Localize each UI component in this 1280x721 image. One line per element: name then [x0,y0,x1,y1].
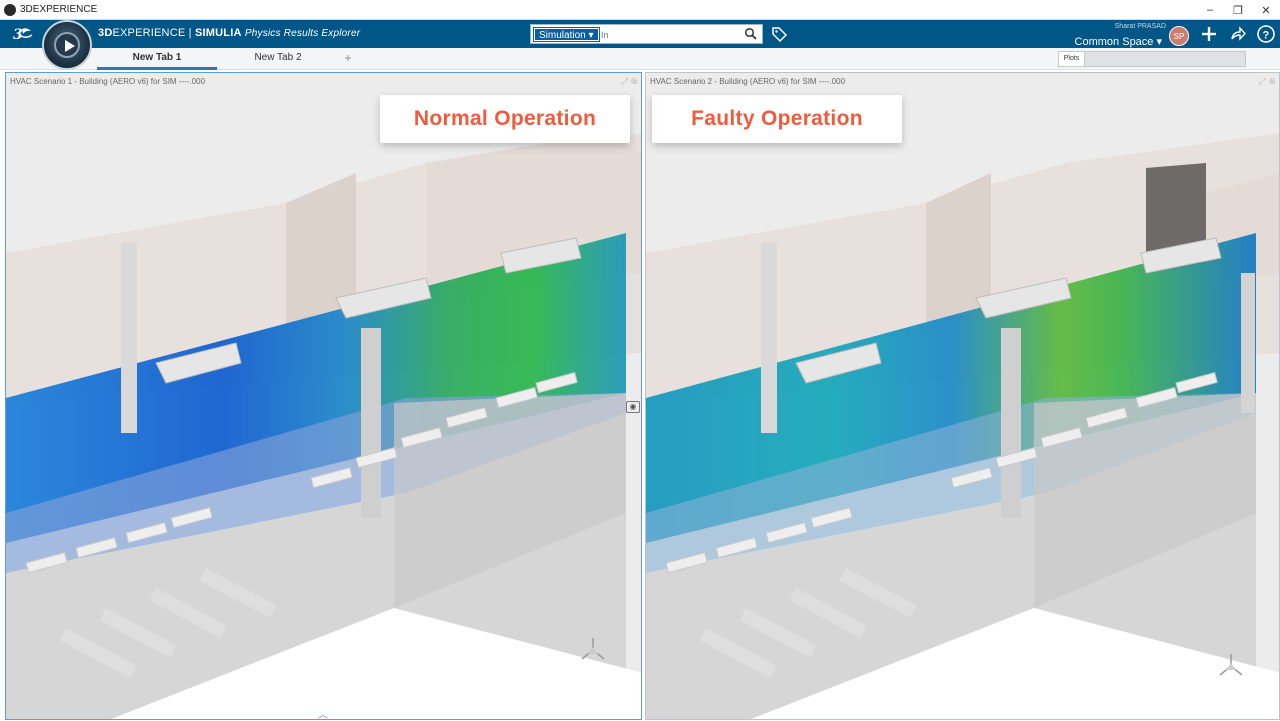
compass-ring [54,32,80,58]
play-icon [65,40,75,52]
top-bar: 3 3DEXPERIENCE | SIMULIA Physics Results… [0,20,1280,48]
avatar[interactable]: SP [1169,26,1189,46]
minimize-button[interactable]: – [1196,0,1224,20]
add-tab-button[interactable]: + [338,48,358,70]
restore-button[interactable]: ❐ [1224,0,1252,20]
overlay-label: Faulty Operation [652,95,902,143]
user-area[interactable]: Sharat PRASAD Common Space ▾ [1075,22,1166,48]
panel-title: HVAC Scenario 2 - Building (AERO v6) for… [650,77,846,86]
tab-new-tab-2[interactable]: New Tab 2 [218,48,338,70]
panel-controls[interactable]: ⤢ ⊗ [1259,76,1276,87]
panel-controls[interactable]: ⤢ ⊗ [621,76,638,87]
viewer-panel-left[interactable]: HVAC Scenario 1 - Building (AERO v6) for… [5,72,642,720]
search-input[interactable] [601,27,731,42]
compass-icon[interactable] [42,20,92,70]
search-scope-dropdown[interactable]: Simulation ▾ [533,27,600,42]
overlay-label: Normal Operation [380,95,630,143]
plots-label[interactable]: Plots [1059,52,1085,66]
plus-icon[interactable] [1199,24,1219,44]
brand-experience: EXPERIENCE [112,27,186,39]
window-title-bar: 3DEXPERIENCE – ❐ ✕ [0,0,1280,20]
hvac-scene-left[interactable] [6,73,642,720]
space-selector[interactable]: Common Space ▾ [1075,35,1162,48]
brand-separator: | [185,27,195,39]
search-box: Simulation ▾ [530,24,763,44]
hvac-scene-right[interactable] [646,73,1280,720]
app-icon [4,3,16,16]
svg-text:3: 3 [13,27,23,43]
close-button[interactable]: ✕ [1252,0,1280,20]
viewer-panel-right[interactable]: HVAC Scenario 2 - Building (AERO v6) for… [645,72,1280,720]
plots-panel[interactable]: Plots [1058,51,1246,67]
brand-title: 3DEXPERIENCE | SIMULIA Physics Results E… [98,27,360,39]
panel-title: HVAC Scenario 1 - Building (AERO v6) for… [10,77,206,86]
app-name: Physics Results Explorer [244,28,361,39]
tab-new-tab-1[interactable]: New Tab 1 [97,48,217,70]
triad-icon[interactable] [578,635,608,665]
tag-icon[interactable] [770,25,788,43]
search-icon[interactable] [744,27,758,41]
window-title: 3DEXPERIENCE [20,4,98,15]
triad-icon[interactable] [1216,651,1246,681]
camera-icon[interactable]: ◉ [626,401,640,413]
user-name: Sharat PRASAD [1114,23,1166,30]
chevron-up-icon[interactable]: ︿ [318,706,330,721]
brand-product: SIMULIA [194,27,242,39]
svg-text:?: ? [1263,30,1270,42]
brand-3d: 3D [98,27,113,39]
help-icon[interactable]: ? [1256,24,1276,44]
3ds-logo-icon[interactable]: 3 [12,25,33,43]
share-icon[interactable] [1228,24,1248,44]
